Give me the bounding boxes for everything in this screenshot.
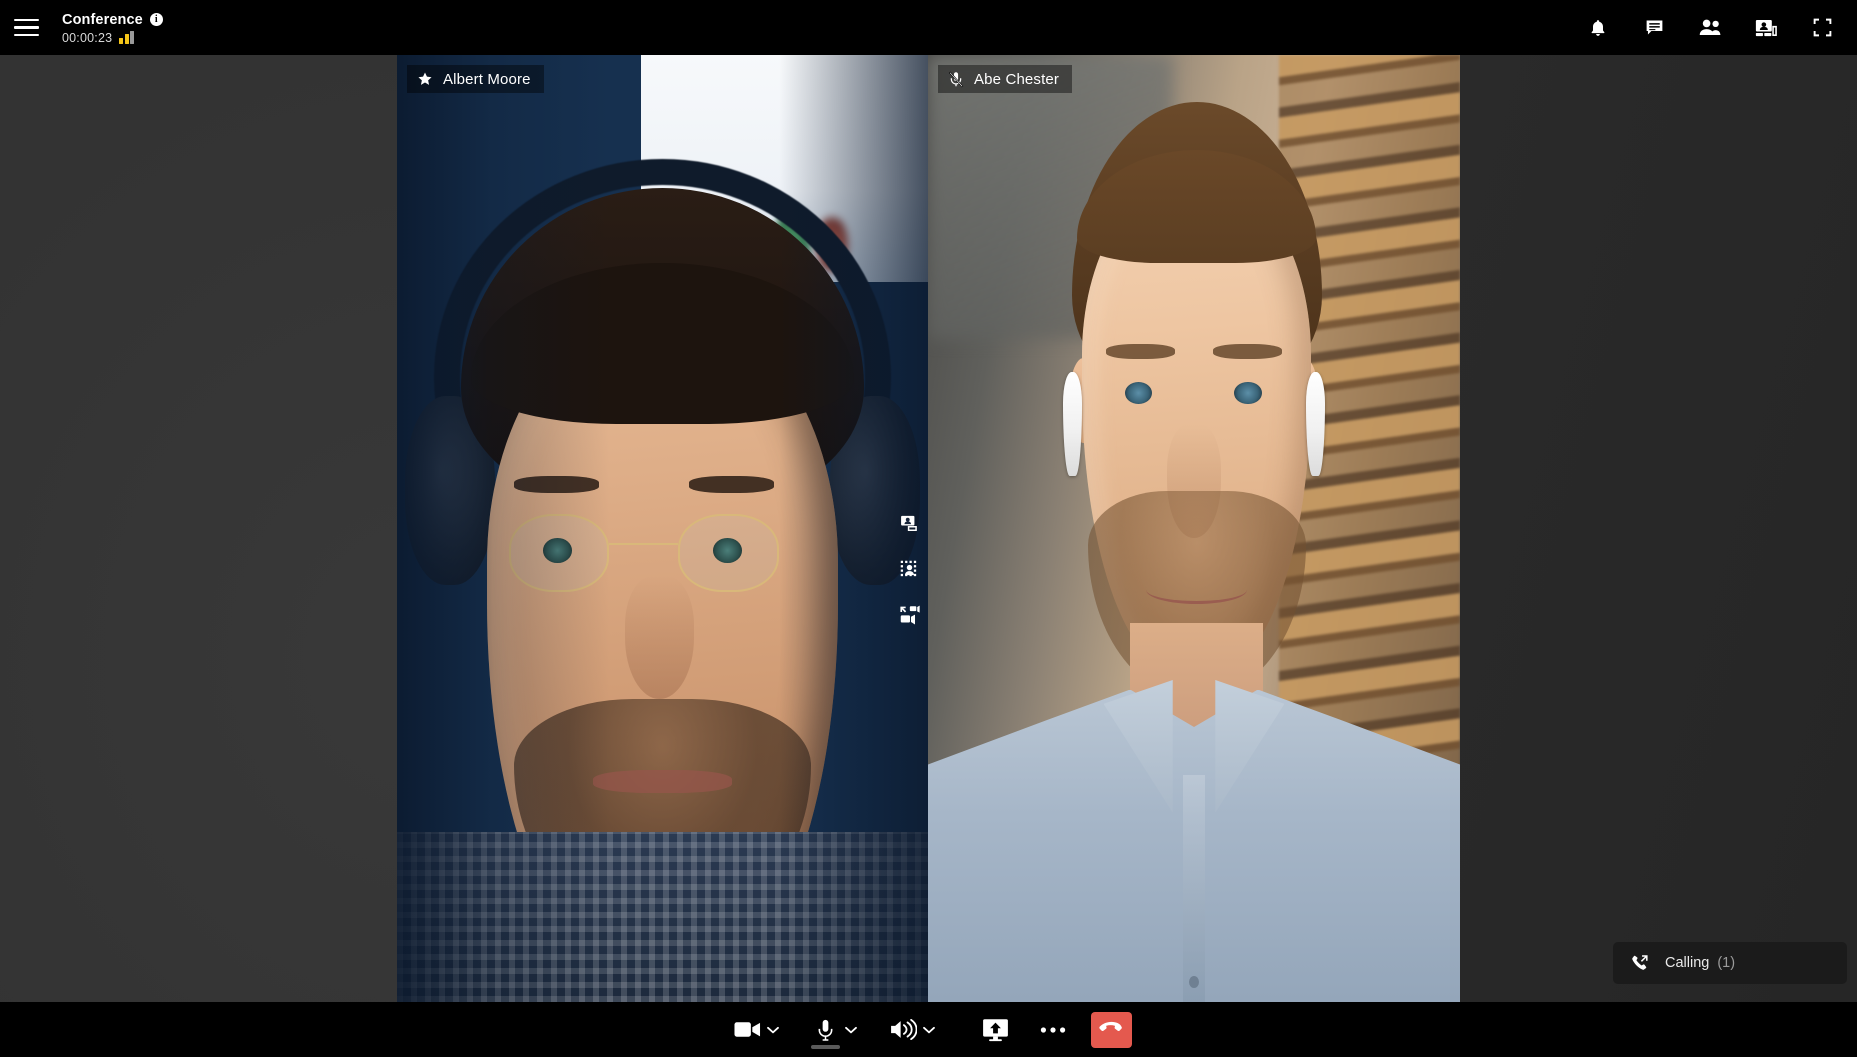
header-actions bbox=[1585, 15, 1857, 41]
video-tile-albert-moore[interactable]: Albert Moore bbox=[397, 55, 928, 1002]
conference-timer-row: 00:00:23 bbox=[62, 30, 163, 45]
nameplate-abe-chester: Abe Chester bbox=[938, 65, 1073, 93]
more-horizontal-icon bbox=[1039, 1016, 1067, 1044]
toolbar-controls bbox=[725, 1002, 1132, 1057]
screen-share-icon bbox=[981, 1016, 1009, 1044]
video-tile-abe-chester[interactable]: Abe Chester bbox=[928, 55, 1460, 1002]
video-tiles-container: Albert Moore Abe Chester bbox=[397, 55, 1460, 1002]
more-options-button[interactable] bbox=[1031, 1002, 1075, 1057]
phone-hangup-icon bbox=[1099, 1021, 1124, 1039]
tile-actions-albert-moore bbox=[896, 510, 922, 628]
video-conference-app: Conference i 00:00:23 Albert Moore Abe C… bbox=[0, 0, 1857, 1057]
hamburger-menu-icon[interactable] bbox=[14, 16, 44, 40]
speaker-button[interactable] bbox=[881, 1002, 945, 1057]
call-toolbar bbox=[0, 1002, 1857, 1057]
page-title: Conference bbox=[62, 11, 143, 28]
fullscreen-icon[interactable] bbox=[1809, 15, 1835, 41]
nameplate-albert-moore: Albert Moore bbox=[407, 65, 544, 93]
conference-title-row: Conference i bbox=[62, 12, 163, 28]
share-screen-button[interactable] bbox=[973, 1002, 1017, 1057]
call-timer: 00:00:23 bbox=[62, 30, 113, 45]
video-stage: Albert Moore Abe Chester Calling (1) bbox=[0, 55, 1857, 1002]
calling-toast[interactable]: Calling (1) bbox=[1613, 942, 1847, 984]
picture-in-picture-icon[interactable] bbox=[896, 510, 922, 536]
speaker-icon bbox=[889, 1016, 917, 1044]
camera-options-chevron-down-icon[interactable] bbox=[765, 1022, 781, 1038]
star-icon bbox=[416, 71, 433, 88]
microphone-level-meter bbox=[811, 1045, 840, 1049]
outgoing-call-icon bbox=[1629, 953, 1649, 973]
video-feed-albert-moore bbox=[397, 55, 928, 1002]
microphone-muted-icon bbox=[947, 71, 964, 88]
microphone-button[interactable] bbox=[803, 1002, 867, 1057]
chat-bubble-icon[interactable] bbox=[1641, 15, 1667, 41]
toast-label: Calling bbox=[1665, 955, 1710, 971]
speaker-options-chevron-down-icon[interactable] bbox=[921, 1022, 937, 1038]
video-feed-abe-chester bbox=[928, 55, 1460, 1002]
blur-background-icon[interactable] bbox=[896, 556, 922, 582]
toast-count: (1) bbox=[1717, 955, 1736, 971]
microphone-options-chevron-down-icon[interactable] bbox=[843, 1022, 859, 1038]
hangup-button[interactable] bbox=[1091, 1011, 1132, 1048]
participant-name: Albert Moore bbox=[443, 70, 531, 88]
participant-name: Abe Chester bbox=[974, 70, 1060, 88]
bell-icon[interactable] bbox=[1585, 15, 1611, 41]
video-camera-icon bbox=[733, 1016, 761, 1044]
signal-strength-icon bbox=[119, 30, 135, 45]
app-header: Conference i 00:00:23 bbox=[0, 0, 1857, 55]
people-icon[interactable] bbox=[1697, 15, 1723, 41]
microphone-icon bbox=[811, 1016, 839, 1044]
camera-button[interactable] bbox=[725, 1002, 789, 1057]
conference-title-block: Conference i 00:00:23 bbox=[62, 11, 163, 45]
info-icon[interactable]: i bbox=[149, 13, 163, 26]
gallery-layout-icon[interactable] bbox=[1753, 15, 1779, 41]
expand-video-icon[interactable] bbox=[896, 602, 922, 628]
